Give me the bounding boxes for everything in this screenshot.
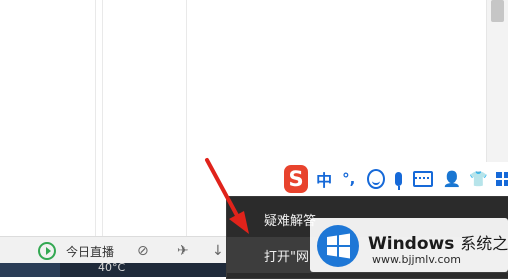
emoji-icon[interactable] [367,169,386,189]
play-icon [38,242,56,260]
live-button[interactable]: 今日直播 [38,241,114,261]
column-divider [95,0,96,236]
watermark-brand-cn: 系统之家 [460,234,508,253]
ime-mode-toggle[interactable]: 中 [316,167,332,191]
skin-icon[interactable]: 👕 [469,170,488,188]
keyboard-icon[interactable] [413,171,433,187]
watermark-title: Windows 系统之家 [368,230,508,254]
download-icon[interactable]: ↓ [212,241,224,261]
punctuation-toggle[interactable]: °, [342,170,355,188]
taskbar-segment [0,263,60,277]
handwriting-icon[interactable]: 👤 [443,170,462,188]
watermark-brand: Windows [368,234,455,254]
column-divider [186,0,187,236]
sogou-logo-icon[interactable]: S [284,165,309,193]
live-label: 今日直播 [66,244,115,259]
menu-item-label: 打开"网 [264,249,309,265]
watermark-url: www.bjjmlv.com [372,253,461,266]
column-divider [102,0,103,236]
sogou-ime-toolbar: S 中 °, 👤 👕 [278,162,508,196]
pin-icon[interactable]: ✈ [177,241,189,261]
windows-logo-icon [317,225,359,267]
toolbox-grid-icon[interactable] [495,172,508,186]
watermark: Windows 系统之家 www.bjjmlv.com [310,218,508,272]
microphone-icon[interactable] [395,172,403,190]
temperature-label: 40°C [98,261,126,274]
menu-item-label: 疑难解答 [264,213,317,229]
scrollbar-thumb[interactable] [491,0,504,22]
speed-icon[interactable]: ⊘ [137,241,149,261]
